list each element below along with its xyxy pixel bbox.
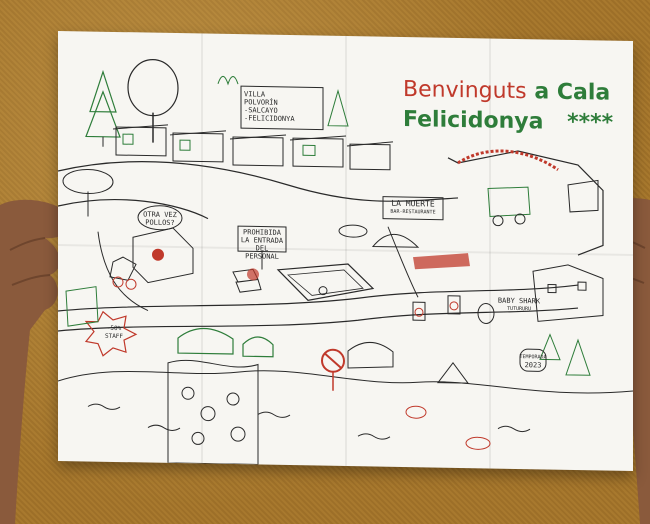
title-a-cala: a Cala [534, 79, 611, 106]
camping-map: Benvinguts a Cala Felicidonya **** VILLA… [58, 30, 633, 472]
tomb-line-2: 2023 [524, 361, 542, 370]
restaurant-line-2: BAR-RESTAURANTE [390, 208, 436, 216]
title-welcome: Benvinguts [403, 77, 527, 105]
map-title: Benvinguts a Cala Felicidonya **** [403, 75, 633, 139]
tomb-line-1: TEMPORADA [519, 354, 547, 361]
bubble-line-2: POLLOS? [145, 218, 175, 228]
discount-burst-text: -50% STAFF [94, 325, 134, 342]
baby-shark-text: BABY SHARK TUTURURU [490, 297, 548, 314]
sign-line-3: DEL PERSONAL [245, 244, 279, 261]
villa-sign-text: VILLA POLVORÍN -SALCAYO -FELICIDONYA [244, 90, 320, 123]
tomb-text: TEMPORADA 2023 [518, 353, 548, 370]
speech-bubble-text: OTRA VEZ POLLOS? [140, 210, 180, 227]
prohibited-sign-text: PROHIBIDA LA ENTRADA DEL PERSONAL [238, 228, 286, 261]
photo-scene: Benvinguts a Cala Felicidonya **** VILLA… [0, 0, 650, 524]
title-stars: **** [567, 109, 614, 136]
villa-line-4: -FELICIDONYA [244, 114, 295, 124]
title-felicidonya: Felicidonya [403, 107, 544, 135]
burst-line-2: STAFF [104, 332, 124, 341]
baby-line-2: TUTURURU [506, 305, 532, 313]
restaurant-sign-text: LA MUERTE BAR-RESTAURANTE [383, 199, 443, 217]
